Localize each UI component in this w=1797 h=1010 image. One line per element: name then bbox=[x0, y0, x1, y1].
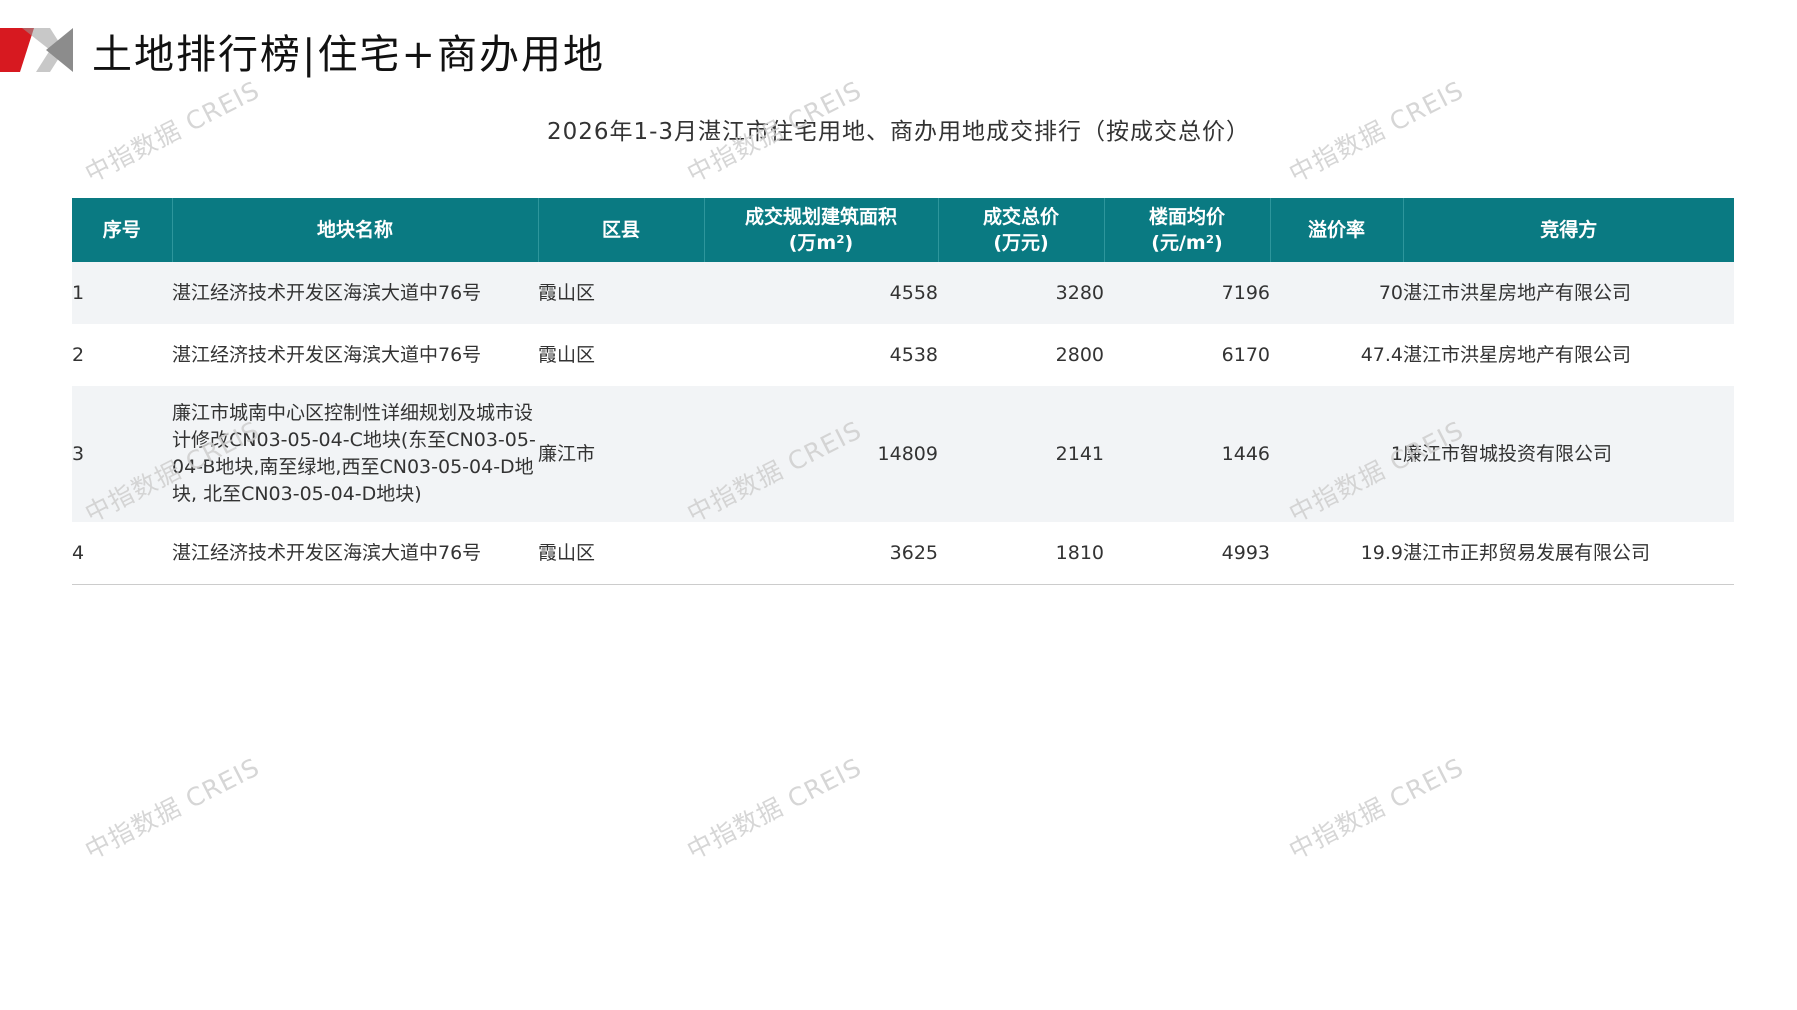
col-header-total-line2: (万元) bbox=[993, 232, 1049, 254]
cell-unit-price: 7196 bbox=[1104, 262, 1270, 324]
cell-name: 湛江经济技术开发区海滨大道中76号 bbox=[172, 324, 538, 386]
cell-premium: 47.4 bbox=[1270, 324, 1403, 386]
table-row: 4 湛江经济技术开发区海滨大道中76号 霞山区 3625 1810 4993 1… bbox=[72, 522, 1734, 585]
cell-unit-price: 1446 bbox=[1104, 386, 1270, 522]
cell-area: 3625 bbox=[704, 522, 938, 585]
land-ranking-table: 序号 地块名称 区县 成交规划建筑面积 (万m²) 成交总价 (万元) 楼面均价… bbox=[72, 198, 1734, 585]
col-header-total: 成交总价 (万元) bbox=[938, 198, 1105, 262]
col-header-district: 区县 bbox=[538, 198, 705, 262]
watermark: 中指数据 CREIS bbox=[1284, 752, 1469, 866]
col-header-buyer: 竞得方 bbox=[1403, 198, 1734, 262]
cell-premium: 70 bbox=[1270, 262, 1403, 324]
table-row: 2 湛江经济技术开发区海滨大道中76号 霞山区 4538 2800 6170 4… bbox=[72, 324, 1734, 386]
col-header-premium: 溢价率 bbox=[1270, 198, 1404, 262]
col-header-name: 地块名称 bbox=[172, 198, 539, 262]
cell-rank: 1 bbox=[72, 262, 172, 324]
cell-area: 4558 bbox=[704, 262, 938, 324]
cell-rank: 2 bbox=[72, 324, 172, 386]
cell-district: 霞山区 bbox=[538, 262, 704, 324]
table-header-row: 序号 地块名称 区县 成交规划建筑面积 (万m²) 成交总价 (万元) 楼面均价… bbox=[72, 198, 1734, 262]
table-row: 1 湛江经济技术开发区海滨大道中76号 霞山区 4558 3280 7196 7… bbox=[72, 262, 1734, 324]
page-title: 土地排行榜|住宅+商办用地 bbox=[92, 32, 605, 78]
cell-total-price: 2141 bbox=[938, 386, 1104, 522]
cell-unit-price: 4993 bbox=[1104, 522, 1270, 585]
brand-logo-mark bbox=[0, 28, 73, 72]
watermark: 中指数据 CREIS bbox=[682, 752, 867, 866]
cell-district: 霞山区 bbox=[538, 324, 704, 386]
cell-total-price: 2800 bbox=[938, 324, 1104, 386]
col-header-area-line1: 成交规划建筑面积 bbox=[744, 206, 897, 228]
col-header-area: 成交规划建筑面积 (万m²) bbox=[704, 198, 939, 262]
cell-name: 湛江经济技术开发区海滨大道中76号 bbox=[172, 522, 538, 585]
col-header-unit-line1: 楼面均价 bbox=[1148, 206, 1225, 228]
cell-total-price: 1810 bbox=[938, 522, 1104, 585]
cell-buyer: 湛江市洪星房地产有限公司 bbox=[1403, 324, 1734, 386]
cell-unit-price: 6170 bbox=[1104, 324, 1270, 386]
cell-name: 湛江经济技术开发区海滨大道中76号 bbox=[172, 262, 538, 324]
table-row: 3 廉江市城南中心区控制性详细规划及城市设计修改CN03-05-04-C地块(东… bbox=[72, 386, 1734, 522]
report-title: 2026年1-3月湛江市住宅用地、商办用地成交排行（按成交总价） bbox=[546, 119, 1251, 145]
col-header-rank: 序号 bbox=[72, 198, 173, 262]
col-header-unit-line2: (元/m²) bbox=[1151, 232, 1223, 254]
cell-district: 霞山区 bbox=[538, 522, 704, 585]
cell-buyer: 湛江市洪星房地产有限公司 bbox=[1403, 262, 1734, 324]
col-header-area-line2: (万m²) bbox=[788, 232, 854, 254]
cell-total-price: 3280 bbox=[938, 262, 1104, 324]
col-header-unit-price: 楼面均价 (元/m²) bbox=[1104, 198, 1271, 262]
cell-buyer: 廉江市智城投资有限公司 bbox=[1403, 386, 1734, 522]
cell-area: 4538 bbox=[704, 324, 938, 386]
cell-buyer: 湛江市正邦贸易发展有限公司 bbox=[1403, 522, 1734, 585]
watermark: 中指数据 CREIS bbox=[80, 752, 265, 866]
cell-premium: 19.9 bbox=[1270, 522, 1403, 585]
col-header-total-line1: 成交总价 bbox=[982, 206, 1059, 228]
cell-district: 廉江市 bbox=[538, 386, 704, 522]
cell-rank: 4 bbox=[72, 522, 172, 585]
